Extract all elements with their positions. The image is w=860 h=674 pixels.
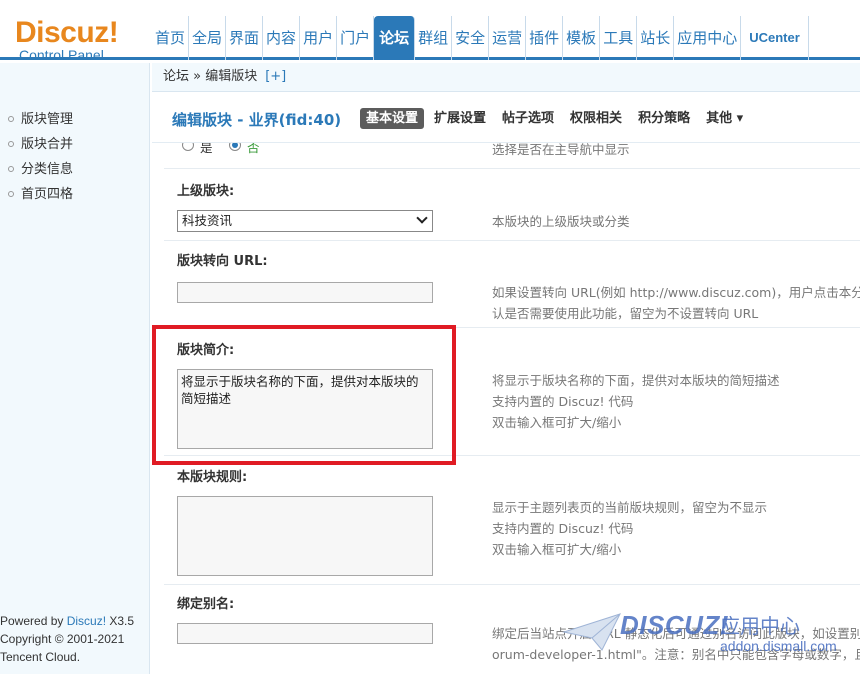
page-titlebar: 编辑版块 - 业界(fid:40) 基本设置 扩展设置 帖子选项 权限相关 积分策略 其他… (152, 93, 860, 143)
divider (164, 240, 860, 241)
redirect-url-input[interactable] (177, 282, 433, 303)
bullet-icon (8, 116, 14, 122)
forum-intro-label: 版块简介: (177, 343, 235, 358)
forum-intro-tip-2: 支持内置的 Discuz! 代码 (492, 394, 634, 409)
alias-input[interactable] (177, 623, 433, 644)
divider (164, 168, 860, 169)
forum-rules-label: 本版块规则: (177, 470, 248, 485)
forum-rules-tip-3: 双击输入框可扩大/缩小 (492, 542, 622, 557)
powered-link[interactable]: Discuz! (67, 614, 106, 628)
logo[interactable]: Discuz! Control Panel (15, 16, 119, 64)
sidebar-item-label: 分类信息 (21, 162, 74, 177)
powered-prefix: Powered by (0, 614, 67, 628)
settings-tab-5[interactable]: 其他 ▾ (700, 108, 749, 129)
forum-rules-tip-1: 显示于主题列表页的当前版块规则，留空为不显示 (492, 500, 768, 515)
redirect-url-tip-2: 认是否需要使用此功能，留空为不设置转向 URL (492, 306, 759, 321)
forum-rules-textarea[interactable] (177, 496, 433, 576)
breadcrumb-text: 论坛 » 编辑版块 (163, 69, 258, 84)
main-content: 编辑版块 - 业界(fid:40) 基本设置 扩展设置 帖子选项 权限相关 积分策略 其他… (152, 93, 860, 674)
watermark: DISCUZ! 应用中心 addon.dismall.com (560, 606, 860, 666)
nav-tab-8[interactable]: 安全 (452, 16, 490, 60)
settings-tab-3[interactable]: 权限相关 (564, 108, 628, 129)
nav-tab-14[interactable]: 应用中心 (674, 16, 742, 60)
sidebar-item-2[interactable]: 分类信息 (0, 157, 149, 182)
sidebar: 版块管理版块合并分类信息首页四格 Powered by Discuz! X3.5… (0, 63, 150, 674)
page-title: 编辑版块 - 业界(fid:40) (172, 111, 342, 129)
breadcrumb-add-shortcut[interactable]: [+] (265, 69, 286, 84)
logo-brand: Discuz! (15, 16, 119, 49)
bullet-icon (8, 191, 14, 197)
forum-intro-textarea[interactable]: 将显示于版块名称的下面，提供对本版块的简短描述 (177, 369, 433, 449)
nav-tab-6[interactable]: 论坛 (374, 16, 416, 60)
header: Discuz! Control Panel 首页 全局 界面 内容 用户 门户 论坛 群组 安全… (0, 0, 860, 63)
nav-tab-12[interactable]: 工具 (600, 16, 638, 60)
settings-tab-4[interactable]: 积分策略 (632, 108, 696, 129)
forum-intro-tip-3: 双击输入框可扩大/缩小 (492, 415, 622, 430)
nav-tab-13[interactable]: 站长 (637, 16, 675, 60)
nav-tab-0[interactable]: 首页 (152, 16, 190, 60)
settings-tab-1[interactable]: 扩展设置 (428, 108, 492, 129)
sidebar-item-0[interactable]: 版块管理 (0, 107, 149, 132)
forum-rules-tip-2: 支持内置的 Discuz! 代码 (492, 521, 634, 536)
nav-tab-5[interactable]: 门户 (337, 16, 375, 60)
logo-subtitle: Control Panel (19, 47, 104, 63)
nav-tab-15[interactable]: UCenter (741, 16, 809, 60)
copyright-text: Copyright © 2001-2021 (0, 632, 125, 646)
settings-tab-0[interactable]: 基本设置 (360, 108, 425, 129)
watermark-url: addon.dismall.com (720, 638, 837, 654)
bullet-icon (8, 166, 14, 172)
settings-tab-2[interactable]: 帖子选项 (496, 108, 560, 129)
sidebar-item-label: 版块管理 (21, 112, 74, 127)
sidebar-item-label: 首页四格 (21, 187, 74, 202)
sidebar-item-1[interactable]: 版块合并 (0, 132, 149, 157)
bullet-icon (8, 141, 14, 147)
redirect-url-label: 版块转向 URL: (177, 254, 268, 269)
nav-tab-9[interactable]: 运营 (489, 16, 527, 60)
divider (164, 327, 860, 328)
parent-forum-select[interactable]: 科技资讯 (177, 210, 433, 232)
nav-tab-1[interactable]: 全局 (189, 16, 227, 60)
nav-tab-11[interactable]: 模板 (563, 16, 601, 60)
breadcrumb: 论坛 » 编辑版块 [+] (152, 63, 860, 92)
divider (164, 584, 860, 585)
parent-forum-tip: 本版块的上级版块或分类 (492, 214, 630, 229)
watermark-cn: 应用中心 (720, 614, 800, 638)
parent-forum-value: 科技资讯 (182, 213, 233, 228)
nav-tab-10[interactable]: 插件 (526, 16, 564, 60)
parent-forum-label: 上级版块: (177, 184, 235, 199)
nav-tab-2[interactable]: 界面 (226, 16, 264, 60)
sidebar-footer: Powered by Discuz! X3.5 Copyright © 2001… (0, 612, 134, 666)
divider (164, 455, 860, 456)
nav-tab-3[interactable]: 内容 (263, 16, 301, 60)
sidebar-menu: 版块管理版块合并分类信息首页四格 (0, 107, 149, 207)
nav-tab-7[interactable]: 群组 (415, 16, 453, 60)
sidebar-item-3[interactable]: 首页四格 (0, 182, 149, 207)
paper-plane-icon (562, 613, 621, 651)
sidebar-item-label: 版块合并 (21, 137, 74, 152)
forum-intro-tip-1: 将显示于版块名称的下面，提供对本版块的简短描述 (492, 373, 780, 388)
alias-label: 绑定别名: (177, 597, 235, 612)
top-navigation: 首页 全局 界面 内容 用户 门户 论坛 群组 安全 运营 插件 模板 工具 站长 应用中心 UCenter (152, 16, 809, 60)
settings-tabs: 基本设置 扩展设置 帖子选项 权限相关 积分策略 其他 ▾ (360, 108, 753, 129)
watermark-brand: DISCUZ! (620, 610, 729, 640)
company-text: Tencent Cloud. (0, 650, 81, 664)
nav-tab-4[interactable]: 用户 (300, 16, 338, 60)
redirect-url-tip-1: 如果设置转向 URL(例如 http://www.discuz.com)，用户点… (492, 285, 860, 300)
chevron-down-icon (416, 212, 428, 224)
powered-version: X3.5 (106, 614, 135, 628)
